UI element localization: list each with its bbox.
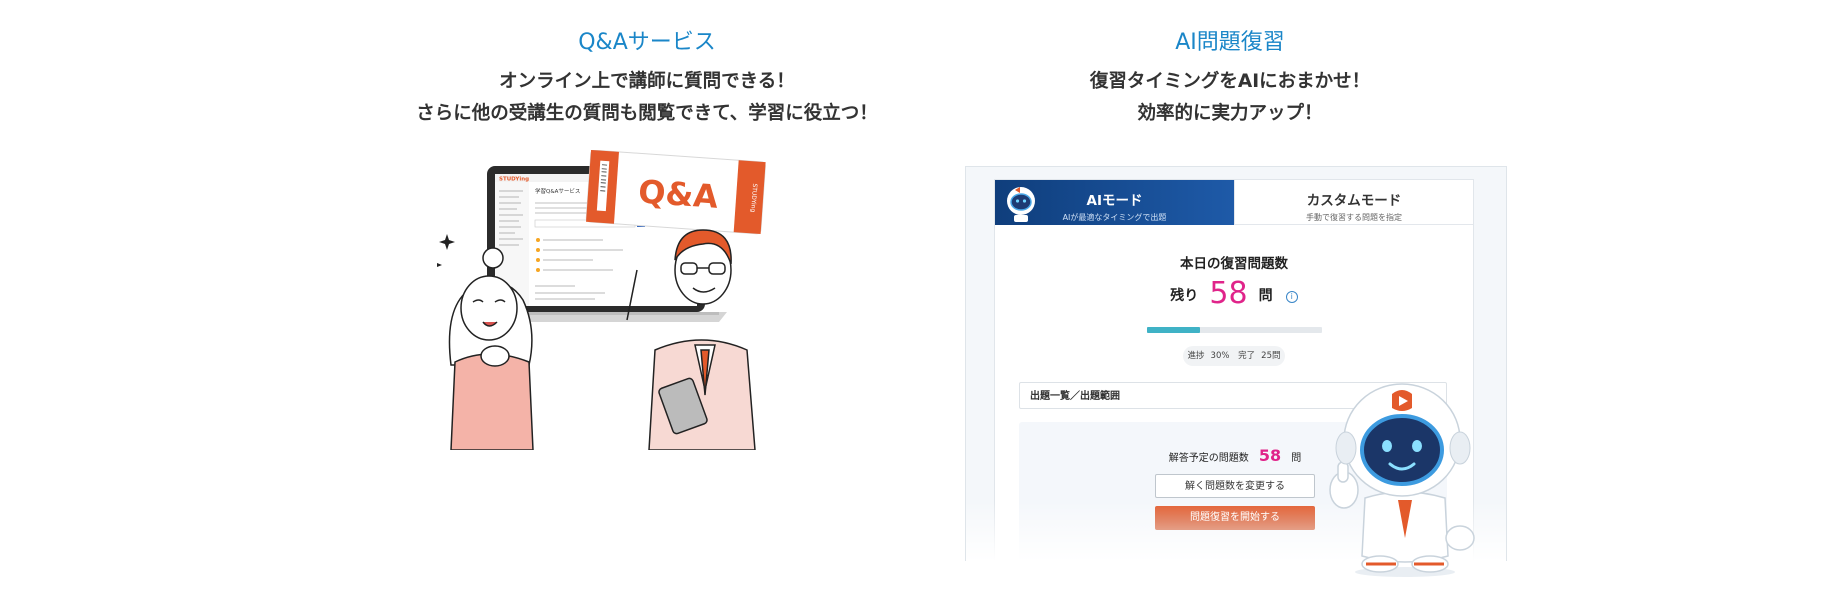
ai-section-title: AI問題復習: [1175, 30, 1285, 55]
laptop-logo: STUDYing: [499, 177, 529, 183]
sparkle-icon: [437, 234, 455, 267]
qa-section-title: Q&Aサービス: [578, 30, 716, 55]
ai-section-description: 復習タイミングをAIにおまかせ！ 効率的に実力アップ！: [880, 66, 1580, 130]
progress-bar: [1147, 327, 1322, 333]
ai-desc-line-2: 効率的に実力アップ！: [1137, 103, 1323, 124]
tab-custom-mode-sub: 手動で復習する問題を指定: [1306, 213, 1402, 222]
remaining-unit: 問: [1258, 288, 1273, 304]
laptop-page-title: 学習Q&Aサービス: [535, 187, 580, 195]
change-question-count-button[interactable]: 解く問題数を変更する: [1155, 474, 1315, 498]
qa-illustration: STUDYing 学習Q&Aサービス Q&A STUDYing: [437, 150, 766, 450]
done-label: 完了: [1238, 351, 1256, 361]
progress-status-badge: 進捗 30% 完了 25問: [1183, 346, 1285, 366]
tab-custom-mode-label: カスタムモード: [1306, 193, 1402, 209]
remaining-count-row: 残り 58 問 i: [995, 276, 1473, 311]
planned-count: 58: [1258, 446, 1282, 465]
tab-ai-mode[interactable]: AIモード AIが最適なタイミングで出題: [995, 180, 1234, 225]
start-review-button[interactable]: 問題復習を開始する: [1155, 506, 1315, 530]
today-review-title: 本日の復習問題数: [1180, 256, 1288, 272]
planned-unit: 問: [1291, 453, 1302, 464]
robot-mascot-icon: [1007, 187, 1035, 222]
remaining-count: 58: [1209, 276, 1248, 311]
done-count: 25問: [1261, 351, 1281, 361]
progress-percent: 30%: [1210, 351, 1230, 361]
ticket-text: Q&A: [637, 172, 720, 215]
info-icon[interactable]: i: [1285, 291, 1298, 303]
robot-mascot-illustration: [1329, 383, 1475, 577]
planned-label: 解答予定の問題数: [1168, 453, 1249, 464]
remaining-label: 残り: [1170, 288, 1199, 304]
progress-bar-fill: [1147, 327, 1200, 333]
tab-custom-mode[interactable]: カスタムモード 手動で復習する問題を指定: [1234, 180, 1473, 225]
ai-desc-line-1: 復習タイミングをAIにおまかせ！: [1089, 71, 1371, 92]
qa-ticket-image: Q&A STUDYing: [585, 150, 766, 235]
progress-label: 進捗: [1187, 351, 1205, 361]
